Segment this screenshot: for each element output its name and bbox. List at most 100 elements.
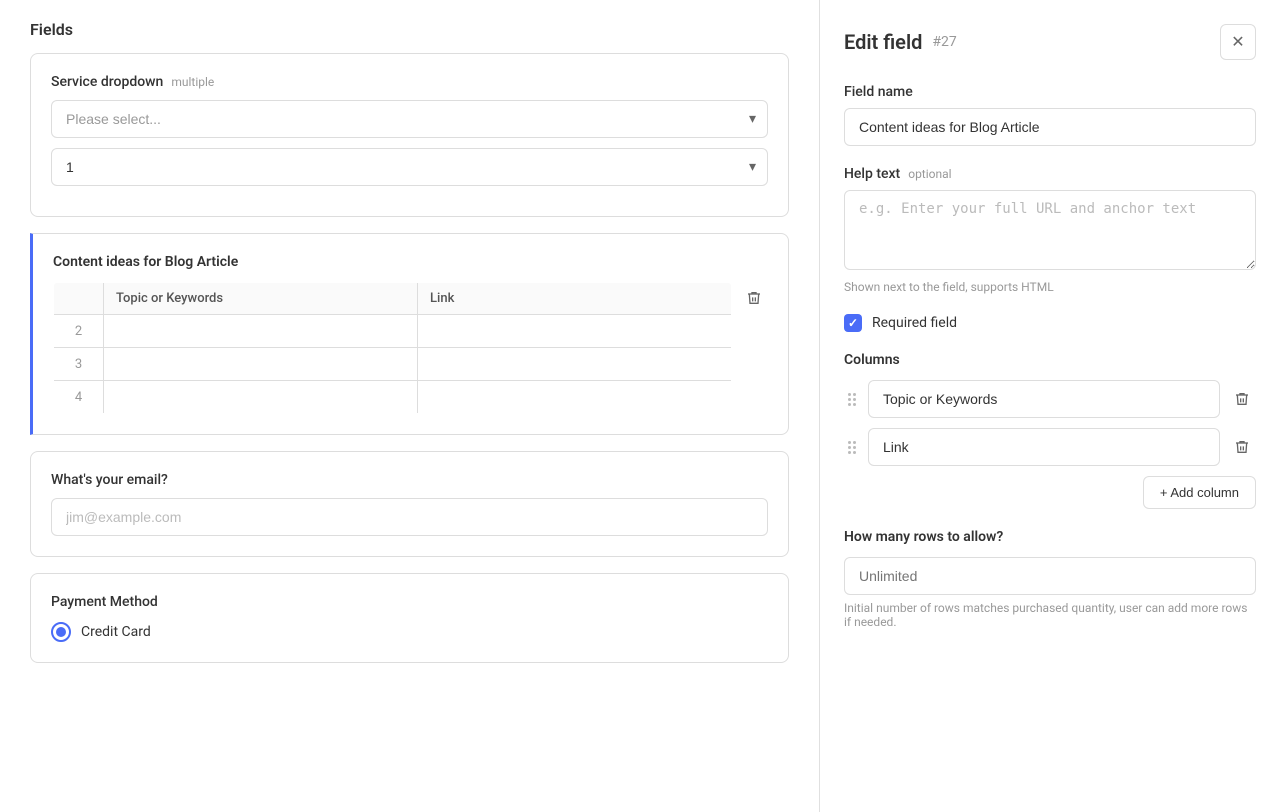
service-dropdown-section: Service dropdown multiple Please select.… [30,53,789,217]
field-name-input[interactable] [844,108,1256,146]
topic-input-3[interactable] [116,356,405,371]
column-1-input[interactable] [868,380,1220,418]
drag-dot [853,451,856,454]
row-link-4[interactable] [418,381,732,414]
columns-heading: Columns [844,352,1256,368]
radio-circle [51,622,71,642]
drag-handle-2[interactable] [844,437,860,458]
payment-section: Payment Method Credit Card [30,573,789,663]
credit-card-label: Credit Card [81,624,151,640]
table-header-topic: Topic or Keywords [104,283,418,315]
column-2-row [844,428,1256,466]
rows-input[interactable] [844,557,1256,595]
service-dropdown-tag: multiple [171,75,214,89]
rows-heading: How many rows to allow? [844,529,1256,545]
table-row: 2 [54,315,732,348]
trash-icon-2 [1234,439,1250,455]
row-link-3[interactable] [418,348,732,381]
rows-group: How many rows to allow? Initial number o… [844,529,1256,629]
drag-handle-1[interactable] [844,389,860,410]
row-num-2: 2 [54,315,104,348]
table-header-link: Link [418,283,732,315]
edit-field-heading: Edit field [844,30,922,54]
drag-dot [848,446,851,449]
column-1-row [844,380,1256,418]
drag-dot [853,441,856,444]
drag-dot [848,451,851,454]
email-label: What's your email? [51,472,768,488]
topic-input-2[interactable] [116,323,405,338]
rows-note: Initial number of rows matches purchased… [844,601,1256,629]
data-table: Topic or Keywords Link 2 3 [53,282,732,414]
table-header-row: Topic or Keywords Link [54,283,732,315]
help-text-note: Shown next to the field, supports HTML [844,280,1256,294]
drag-dots-row [848,451,856,454]
drag-dots-row [848,393,856,396]
delete-column-1-button[interactable] [1228,385,1256,413]
required-field-row[interactable]: ✓ Required field [844,314,1256,332]
field-name-group: Field name [844,84,1256,146]
topic-input-4[interactable] [116,389,405,404]
drag-dots-row [848,441,856,444]
row-num-4: 4 [54,381,104,414]
table-field-title: Content ideas for Blog Article [53,254,768,270]
help-text-group: Help text optional Shown next to the fie… [844,166,1256,294]
email-input[interactable] [51,498,768,536]
help-text-label: Help text optional [844,166,1256,182]
quantity-wrapper: 1 ▾ [51,148,768,186]
checkmark-icon: ✓ [848,316,858,330]
columns-group: Columns [844,352,1256,509]
drag-dot [848,441,851,444]
row-link-2[interactable] [418,315,732,348]
fields-title: Fields [30,20,789,39]
email-section: What's your email? [30,451,789,557]
row-num-3: 3 [54,348,104,381]
table-with-delete: Topic or Keywords Link 2 3 [53,282,768,414]
drag-dot [853,446,856,449]
right-panel: Edit field #27 ✕ Field name Help text op… [820,0,1280,812]
delete-table-button[interactable] [740,284,768,312]
row-topic-3[interactable] [104,348,418,381]
row-topic-2[interactable] [104,315,418,348]
drag-dot [848,403,851,406]
radio-circle-inner [56,627,66,637]
drag-dot [853,398,856,401]
drag-dot [848,398,851,401]
table-row: 4 [54,381,732,414]
credit-card-option[interactable]: Credit Card [51,622,768,642]
trash-icon-1 [1234,391,1250,407]
quantity-select[interactable]: 1 [51,148,768,186]
link-input-2[interactable] [430,323,719,338]
drag-dots-row [848,446,856,449]
required-checkbox[interactable]: ✓ [844,314,862,332]
row-topic-4[interactable] [104,381,418,414]
link-input-3[interactable] [430,356,719,371]
drag-dots-row [848,398,856,401]
delete-column-2-button[interactable] [1228,433,1256,461]
help-text-optional: optional [908,167,951,181]
help-text-input[interactable] [844,190,1256,270]
drag-dots-row [848,403,856,406]
service-dropdown-wrapper: Please select... ▾ [51,100,768,138]
left-panel: Fields Service dropdown multiple Please … [0,0,820,812]
edit-field-header: Edit field #27 ✕ [844,24,1256,60]
add-column-button[interactable]: + Add column [1143,476,1256,509]
close-button[interactable]: ✕ [1220,24,1256,60]
link-input-4[interactable] [430,389,719,404]
column-2-input[interactable] [868,428,1220,466]
required-label: Required field [872,315,957,331]
trash-icon [746,290,762,306]
table-field-section: Content ideas for Blog Article Topic or … [30,233,789,435]
field-number: #27 [932,34,956,50]
drag-dot [848,393,851,396]
table-header-num [54,283,104,315]
service-dropdown-select[interactable]: Please select... [51,100,768,138]
edit-field-title: Edit field #27 [844,30,957,54]
service-dropdown-label: Service dropdown multiple [51,74,768,90]
drag-dot [853,403,856,406]
drag-dot [853,393,856,396]
payment-label: Payment Method [51,594,768,610]
table-row: 3 [54,348,732,381]
table-field-inner: Content ideas for Blog Article Topic or … [33,234,788,434]
field-name-label: Field name [844,84,1256,100]
